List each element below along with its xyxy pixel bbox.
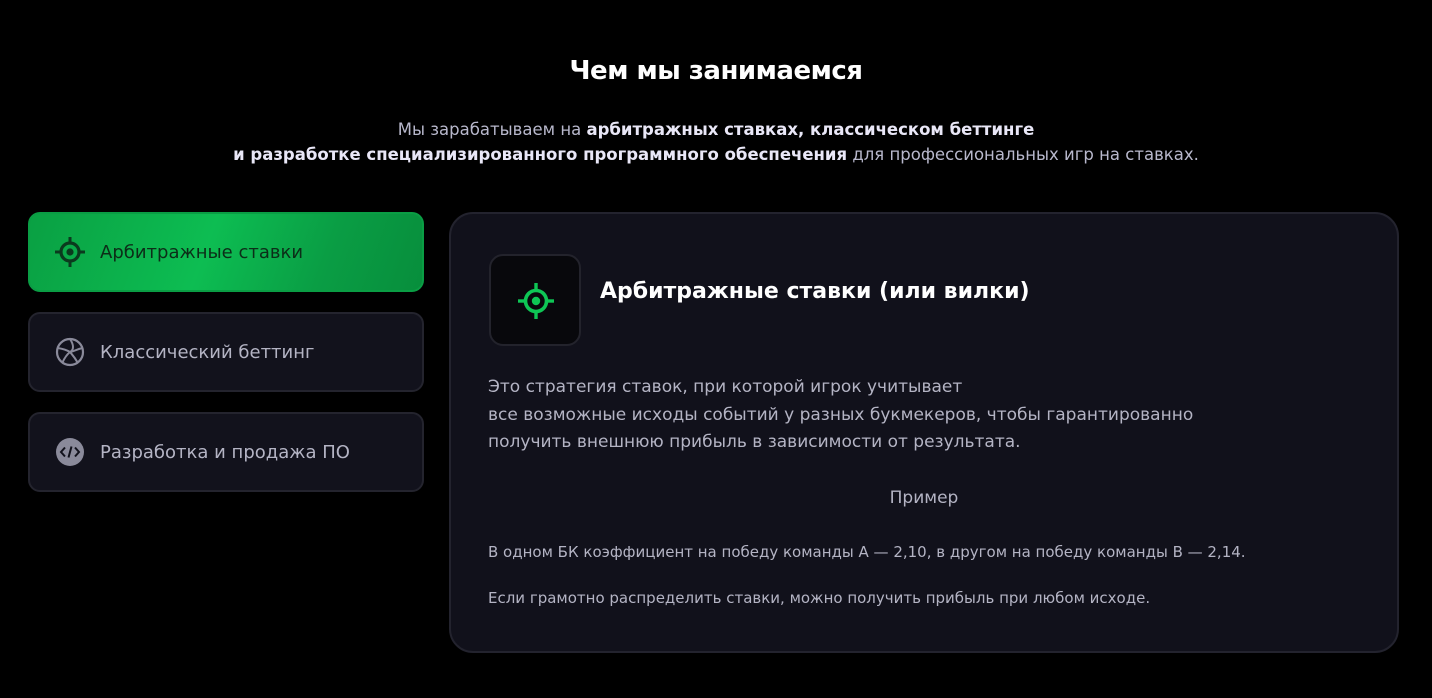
tab-arbitrage[interactable]: Арбитражные ставки [28,212,424,292]
code-icon [54,436,86,468]
what-we-do-section: Чем мы занимаемся Мы зарабатываем на арб… [0,0,1432,698]
description-line: получить внешнюю прибыль в зависимости о… [488,432,1021,452]
tab-label: Классический беттинг [100,341,315,363]
aperture-icon [54,336,86,368]
target-icon [54,236,86,268]
service-tabs: Арбитражные ставки Классический беттинг [28,212,424,512]
example-line: В одном БК коэффициент на победу команды… [488,543,1246,561]
description-line: все возможные исходы событий у разных бу… [488,404,1194,425]
subtitle-prefix: Мы зарабатываем на [397,120,587,139]
target-icon [518,283,554,319]
tab-label: Арбитражные ставки [100,241,304,263]
subtitle-line-1: Мы зарабатываем на арбитражных ставках, … [0,117,1432,142]
card-icon-box [489,254,581,346]
card-description: Это стратегия ставок, при которой игрок … [488,374,1338,457]
tab-classic-betting[interactable]: Классический беттинг [28,312,424,392]
tab-label: Разработка и продажа ПО [100,441,350,463]
subtitle-highlight-2: и разработке специализированного програм… [233,145,848,164]
description-line: Это стратегия ставок, при которой игрок … [488,377,963,397]
card-title: Арбитражные ставки (или вилки) [600,279,1030,304]
subtitle-line-2: и разработке специализированного програм… [0,142,1432,167]
section-subtitle: Мы зарабатываем на арбитражных ставках, … [0,117,1432,167]
subtitle-highlight-1: арбитражных ставках, классическом беттин… [586,120,1035,139]
tab-software-development[interactable]: Разработка и продажа ПО [28,412,424,492]
service-detail-card: Арбитражные ставки (или вилки) Это страт… [449,212,1399,653]
example-heading: Пример [889,488,959,508]
section-title: Чем мы занимаемся [569,56,863,86]
subtitle-suffix: для профессиональных игр на ставках. [847,145,1199,164]
example-line: Если грамотно распределить ставки, можно… [488,589,1151,607]
